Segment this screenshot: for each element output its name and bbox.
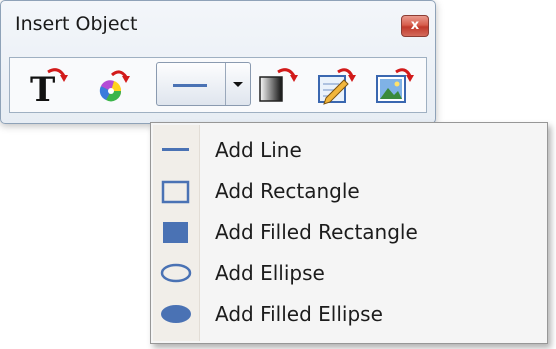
filled-ellipse-icon	[161, 305, 191, 323]
line-icon	[173, 84, 207, 87]
line-icon	[162, 148, 189, 151]
chevron-down-icon[interactable]	[233, 82, 243, 87]
filled-rectangle-icon	[163, 222, 188, 243]
insert-text-button[interactable]: T	[26, 64, 70, 106]
toolbar: T	[9, 57, 427, 113]
split-divider	[225, 63, 226, 105]
menu-item-add-line[interactable]: Add Line	[153, 129, 545, 170]
ellipse-icon	[160, 263, 192, 283]
color-wheel-icon	[99, 70, 130, 102]
svg-text:T: T	[30, 70, 55, 106]
menu-item-label: Add Ellipse	[215, 261, 325, 285]
menu-item-add-filled-rectangle[interactable]: Add Filled Rectangle	[153, 211, 545, 252]
menu-item-label: Add Line	[215, 138, 302, 162]
insert-color-button[interactable]	[94, 64, 138, 106]
text-T-icon: T	[30, 68, 68, 106]
menu-item-add-ellipse[interactable]: Add Ellipse	[153, 252, 545, 293]
menu-item-label: Add Filled Ellipse	[215, 302, 383, 326]
shape-dropdown-menu: Add Line Add Rectangle Add Filled Rectan…	[150, 122, 548, 344]
shape-dropdown-button[interactable]	[156, 62, 251, 106]
title-bar[interactable]: Insert Object x	[1, 1, 435, 47]
insert-edit-button[interactable]	[314, 64, 358, 106]
picture-icon	[376, 68, 414, 103]
window-title: Insert Object	[15, 13, 138, 35]
close-button[interactable]: x	[401, 15, 429, 37]
menu-item-add-filled-ellipse[interactable]: Add Filled Ellipse	[153, 293, 545, 334]
edit-pencil-icon	[318, 68, 356, 105]
rectangle-icon	[161, 180, 190, 204]
insert-object-window: Insert Object x T	[0, 0, 436, 124]
menu-item-label: Add Filled Rectangle	[215, 220, 418, 244]
gradient-square-icon	[259, 68, 298, 102]
insert-gradient-button[interactable]	[256, 64, 300, 106]
menu-item-label: Add Rectangle	[215, 179, 360, 203]
menu-item-add-rectangle[interactable]: Add Rectangle	[153, 170, 545, 211]
insert-image-button[interactable]	[372, 64, 416, 106]
